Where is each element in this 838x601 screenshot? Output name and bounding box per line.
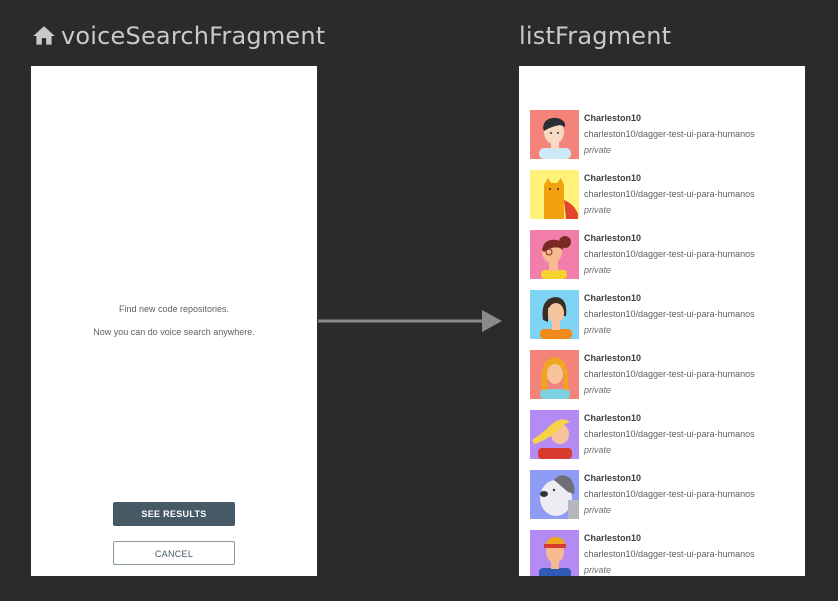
voice-message-line2: Now you can do voice search anywhere. xyxy=(93,327,255,337)
item-repo: charleston10/dagger-test-ui-para-humanos xyxy=(584,429,755,439)
item-repo: charleston10/dagger-test-ui-para-humanos xyxy=(584,309,755,319)
headband-boy-avatar-icon xyxy=(530,530,579,576)
voice-search-screen: Find new code repositories. Now you can … xyxy=(31,66,317,576)
voice-message-line1: Find new code repositories. xyxy=(118,304,230,314)
item-visibility: private xyxy=(584,265,612,275)
item-name: Charleston10 xyxy=(584,413,642,423)
list-item[interactable]: Charleston10 charleston10/dagger-test-ui… xyxy=(519,530,805,576)
boy-dark-hair-avatar-icon xyxy=(530,110,579,159)
list-item[interactable]: Charleston10 charleston10/dagger-test-ui… xyxy=(519,410,805,470)
item-visibility: private xyxy=(584,445,612,455)
item-visibility: private xyxy=(584,505,612,515)
item-visibility: private xyxy=(584,145,612,155)
item-name: Charleston10 xyxy=(584,293,642,303)
item-visibility: private xyxy=(584,385,612,395)
item-visibility: private xyxy=(584,565,612,575)
repository-list: Charleston10 charleston10/dagger-test-ui… xyxy=(519,110,805,576)
list-item[interactable]: Charleston10 charleston10/dagger-test-ui… xyxy=(519,170,805,230)
list-fragment-title: listFragment xyxy=(519,22,672,50)
girl-blonde-avatar-icon xyxy=(530,350,579,399)
item-repo: charleston10/dagger-test-ui-para-humanos xyxy=(584,189,755,199)
home-icon xyxy=(33,26,55,45)
item-repo: charleston10/dagger-test-ui-para-humanos xyxy=(584,489,755,499)
item-name: Charleston10 xyxy=(584,353,642,363)
list-item[interactable]: Charleston10 charleston10/dagger-test-ui… xyxy=(519,290,805,350)
arrow-right-icon xyxy=(318,310,502,332)
item-repo: charleston10/dagger-test-ui-para-humanos xyxy=(584,369,755,379)
voice-search-fragment-title: voiceSearchFragment xyxy=(31,22,325,50)
item-name: Charleston10 xyxy=(584,533,642,543)
dog-avatar-icon xyxy=(530,470,579,519)
girl-glasses-avatar-icon xyxy=(530,230,579,279)
item-name: Charleston10 xyxy=(584,473,642,483)
item-repo: charleston10/dagger-test-ui-para-humanos xyxy=(584,549,755,559)
list-item[interactable]: Charleston10 charleston10/dagger-test-ui… xyxy=(519,470,805,530)
voice-search-fragment-label: voiceSearchFragment xyxy=(61,22,326,50)
item-name: Charleston10 xyxy=(584,233,642,243)
item-repo: charleston10/dagger-test-ui-para-humanos xyxy=(584,129,755,139)
list-screen: Charleston10 charleston10/dagger-test-ui… xyxy=(519,66,805,576)
girl-bob-hair-avatar-icon xyxy=(530,290,579,339)
item-repo: charleston10/dagger-test-ui-para-humanos xyxy=(584,249,755,259)
blonde-wavy-avatar-icon xyxy=(530,410,579,459)
list-item[interactable]: Charleston10 charleston10/dagger-test-ui… xyxy=(519,230,805,290)
item-name: Charleston10 xyxy=(584,113,642,123)
see-results-button[interactable]: SEE RESULTS xyxy=(113,502,235,526)
list-item[interactable]: Charleston10 charleston10/dagger-test-ui… xyxy=(519,110,805,170)
item-name: Charleston10 xyxy=(584,173,642,183)
cat-avatar-icon xyxy=(530,170,579,219)
item-visibility: private xyxy=(584,205,612,215)
item-visibility: private xyxy=(584,325,612,335)
cancel-button[interactable]: CANCEL xyxy=(113,541,235,565)
list-item[interactable]: Charleston10 charleston10/dagger-test-ui… xyxy=(519,350,805,410)
